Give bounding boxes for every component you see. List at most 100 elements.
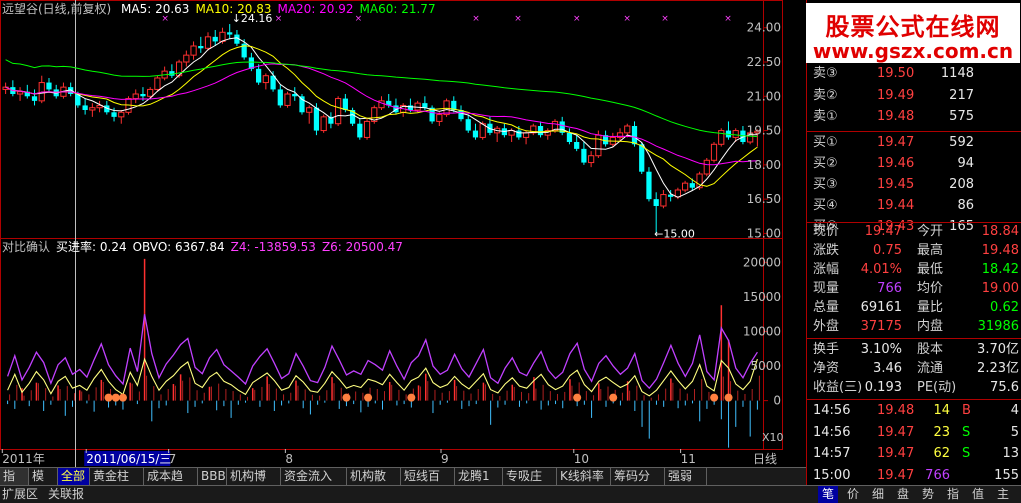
candle-body xyxy=(646,171,652,200)
obvo-line xyxy=(7,357,758,397)
indicator-tab[interactable]: 资金流入度 xyxy=(281,468,347,500)
candle-body xyxy=(689,183,695,188)
indicator-tab[interactable]: 模板 xyxy=(29,468,58,500)
quote-view-tab[interactable]: 笔 xyxy=(818,486,838,503)
orderbook-buy-row: 买③ 19.45 208 xyxy=(807,176,1021,193)
candle-body xyxy=(703,159,710,175)
quote-label: 最低 xyxy=(917,262,944,277)
fundamental-value: 75.6 xyxy=(990,380,1019,395)
indicator-tab[interactable]: BBB xyxy=(198,468,227,485)
moving-averages xyxy=(5,37,758,198)
indicator-legend: 对比确认 买进率: 0.24 OBVO: 6367.84 Z4: -13859.53 Z… xyxy=(2,240,415,254)
tick-row: 14:57 19.47 62 S 13 xyxy=(807,445,1021,462)
tick-count: 5 xyxy=(1010,424,1019,440)
candle-body xyxy=(147,88,154,97)
orderbook-price: 19.44 xyxy=(877,198,915,214)
quote-view-tab[interactable]: 主 xyxy=(993,486,1013,503)
tick-time: 15:00 xyxy=(813,467,851,483)
candle-body xyxy=(472,130,479,138)
quote-view-tab[interactable]: 细 xyxy=(868,486,888,503)
orderbook-label: 卖① xyxy=(813,109,838,124)
candle-body xyxy=(212,36,218,42)
indicator-tab[interactable]: 龙腾1号 xyxy=(455,468,503,500)
indicator-tab[interactable]: 成本趋势 xyxy=(144,468,198,500)
fire-signal-icon xyxy=(111,393,120,402)
indicator-tab[interactable]: 强弱王 xyxy=(665,468,707,500)
fire-signal-icon xyxy=(342,393,351,402)
status-tab[interactable]: 关联报价 xyxy=(48,486,92,503)
quote-row: 现量 766 均价 19.00 xyxy=(807,280,1021,297)
indicator-tab[interactable]: 黄金柱线 xyxy=(90,468,144,500)
candle-body xyxy=(132,93,139,100)
indicator-tab[interactable]: 全部 xyxy=(58,468,90,485)
orderbook-price: 19.50 xyxy=(877,66,915,81)
candle-body xyxy=(422,103,428,108)
quote-view-tab[interactable]: 价 xyxy=(843,486,863,503)
orderbook-sell-row: 卖① 19.48 575 xyxy=(807,108,1021,125)
fundamental-label: 净资 xyxy=(813,361,840,376)
tick-volume: 62 xyxy=(933,446,950,461)
indicator-tab[interactable]: 筹码分布 xyxy=(611,468,665,500)
status-tab[interactable]: 扩展区 xyxy=(2,486,46,503)
candle-body xyxy=(516,130,522,138)
ma-legend-item: MA60: 21.77 xyxy=(359,2,436,16)
quote-row: 涨幅 4.01% 最低 18.42 xyxy=(807,261,1021,278)
price-tick-label: 19.50 xyxy=(747,124,781,138)
candle-body xyxy=(407,105,414,110)
candle-body xyxy=(414,102,421,111)
indicator-frame xyxy=(0,238,783,450)
candle-body xyxy=(256,68,262,83)
fundamental-label: 换手 xyxy=(813,342,840,357)
tick-volume: 766 xyxy=(925,467,950,483)
fundamental-row: 净资 3.46 流通 2.23亿 xyxy=(807,360,1021,377)
stock-title: 远望谷(日线,前复权) xyxy=(2,2,112,16)
indicator-tab[interactable]: 指标 xyxy=(0,468,29,500)
orderbook-volume: 208 xyxy=(949,176,974,192)
fire-signal-icon xyxy=(104,393,113,402)
candle-body xyxy=(639,144,645,172)
ma-legend-item: MA20: 20.92 xyxy=(277,2,354,16)
indicator-series xyxy=(6,258,760,448)
indicator-tab[interactable]: 短线百三 xyxy=(401,468,455,500)
tick-time: 14:56 xyxy=(813,403,851,418)
indicator-legend-item: 对比确认 xyxy=(2,240,51,254)
tick-side: S xyxy=(962,424,971,440)
quote-view-tab[interactable]: 值 xyxy=(968,486,988,503)
tick-count: 13 xyxy=(1002,446,1019,461)
candle-body xyxy=(154,77,161,90)
indicator-legend-item: Z4: -13859.53 xyxy=(230,240,316,254)
quote-label: 今开 xyxy=(917,224,944,239)
candle-body xyxy=(204,36,212,49)
date-label: 2011年 xyxy=(2,452,45,466)
signal-marker: × xyxy=(661,14,669,24)
fire-signal-icon xyxy=(609,393,618,402)
candle-body xyxy=(710,143,718,161)
candle-body xyxy=(581,148,587,163)
date-label: 10 xyxy=(574,452,589,466)
kline-chart[interactable]: ↓24.16←15.00××××××××××× 24.0022.5021.001… xyxy=(0,0,783,467)
orderbook-volume: 1148 xyxy=(940,66,974,81)
quote-label: 内盘 xyxy=(917,319,944,334)
indicator-legend-item: 买进率: 0.24 xyxy=(56,240,127,254)
orderbook-volume: 575 xyxy=(949,109,974,124)
fire-signal-icon xyxy=(407,393,416,402)
quote-value: 19.48 xyxy=(981,243,1019,258)
candle-body xyxy=(262,75,269,84)
unit-label: X10 xyxy=(762,431,783,444)
indicator-tab[interactable]: 机构博奕 xyxy=(227,468,281,500)
signal-marker: × xyxy=(573,14,581,24)
date-label: 8 xyxy=(285,452,293,466)
quote-view-tab[interactable]: 势 xyxy=(918,486,938,503)
quote-view-tab[interactable]: 盘 xyxy=(893,486,913,503)
quote-row: 涨跌 0.75 最高 19.48 xyxy=(807,242,1021,259)
indicator-tab[interactable]: K线斜率 xyxy=(557,468,611,485)
fundamental-row: 收益(三) 0.193 PE(动) 75.6 xyxy=(807,379,1021,396)
orderbook-price: 19.49 xyxy=(877,87,915,103)
indicator-tab[interactable]: 机构散户 xyxy=(347,468,401,500)
quote-view-tab[interactable]: 指 xyxy=(943,486,963,503)
indicator-tab[interactable]: 专吸庄血 xyxy=(503,468,557,500)
indicator-tick-label: 15000 xyxy=(743,290,781,304)
orderbook-label: 卖③ xyxy=(813,66,838,81)
quote-row: 现价 19.47 今开 18.84 xyxy=(807,223,1021,240)
tick-row: 14:56 19.48 14 B 4 xyxy=(807,402,1021,419)
